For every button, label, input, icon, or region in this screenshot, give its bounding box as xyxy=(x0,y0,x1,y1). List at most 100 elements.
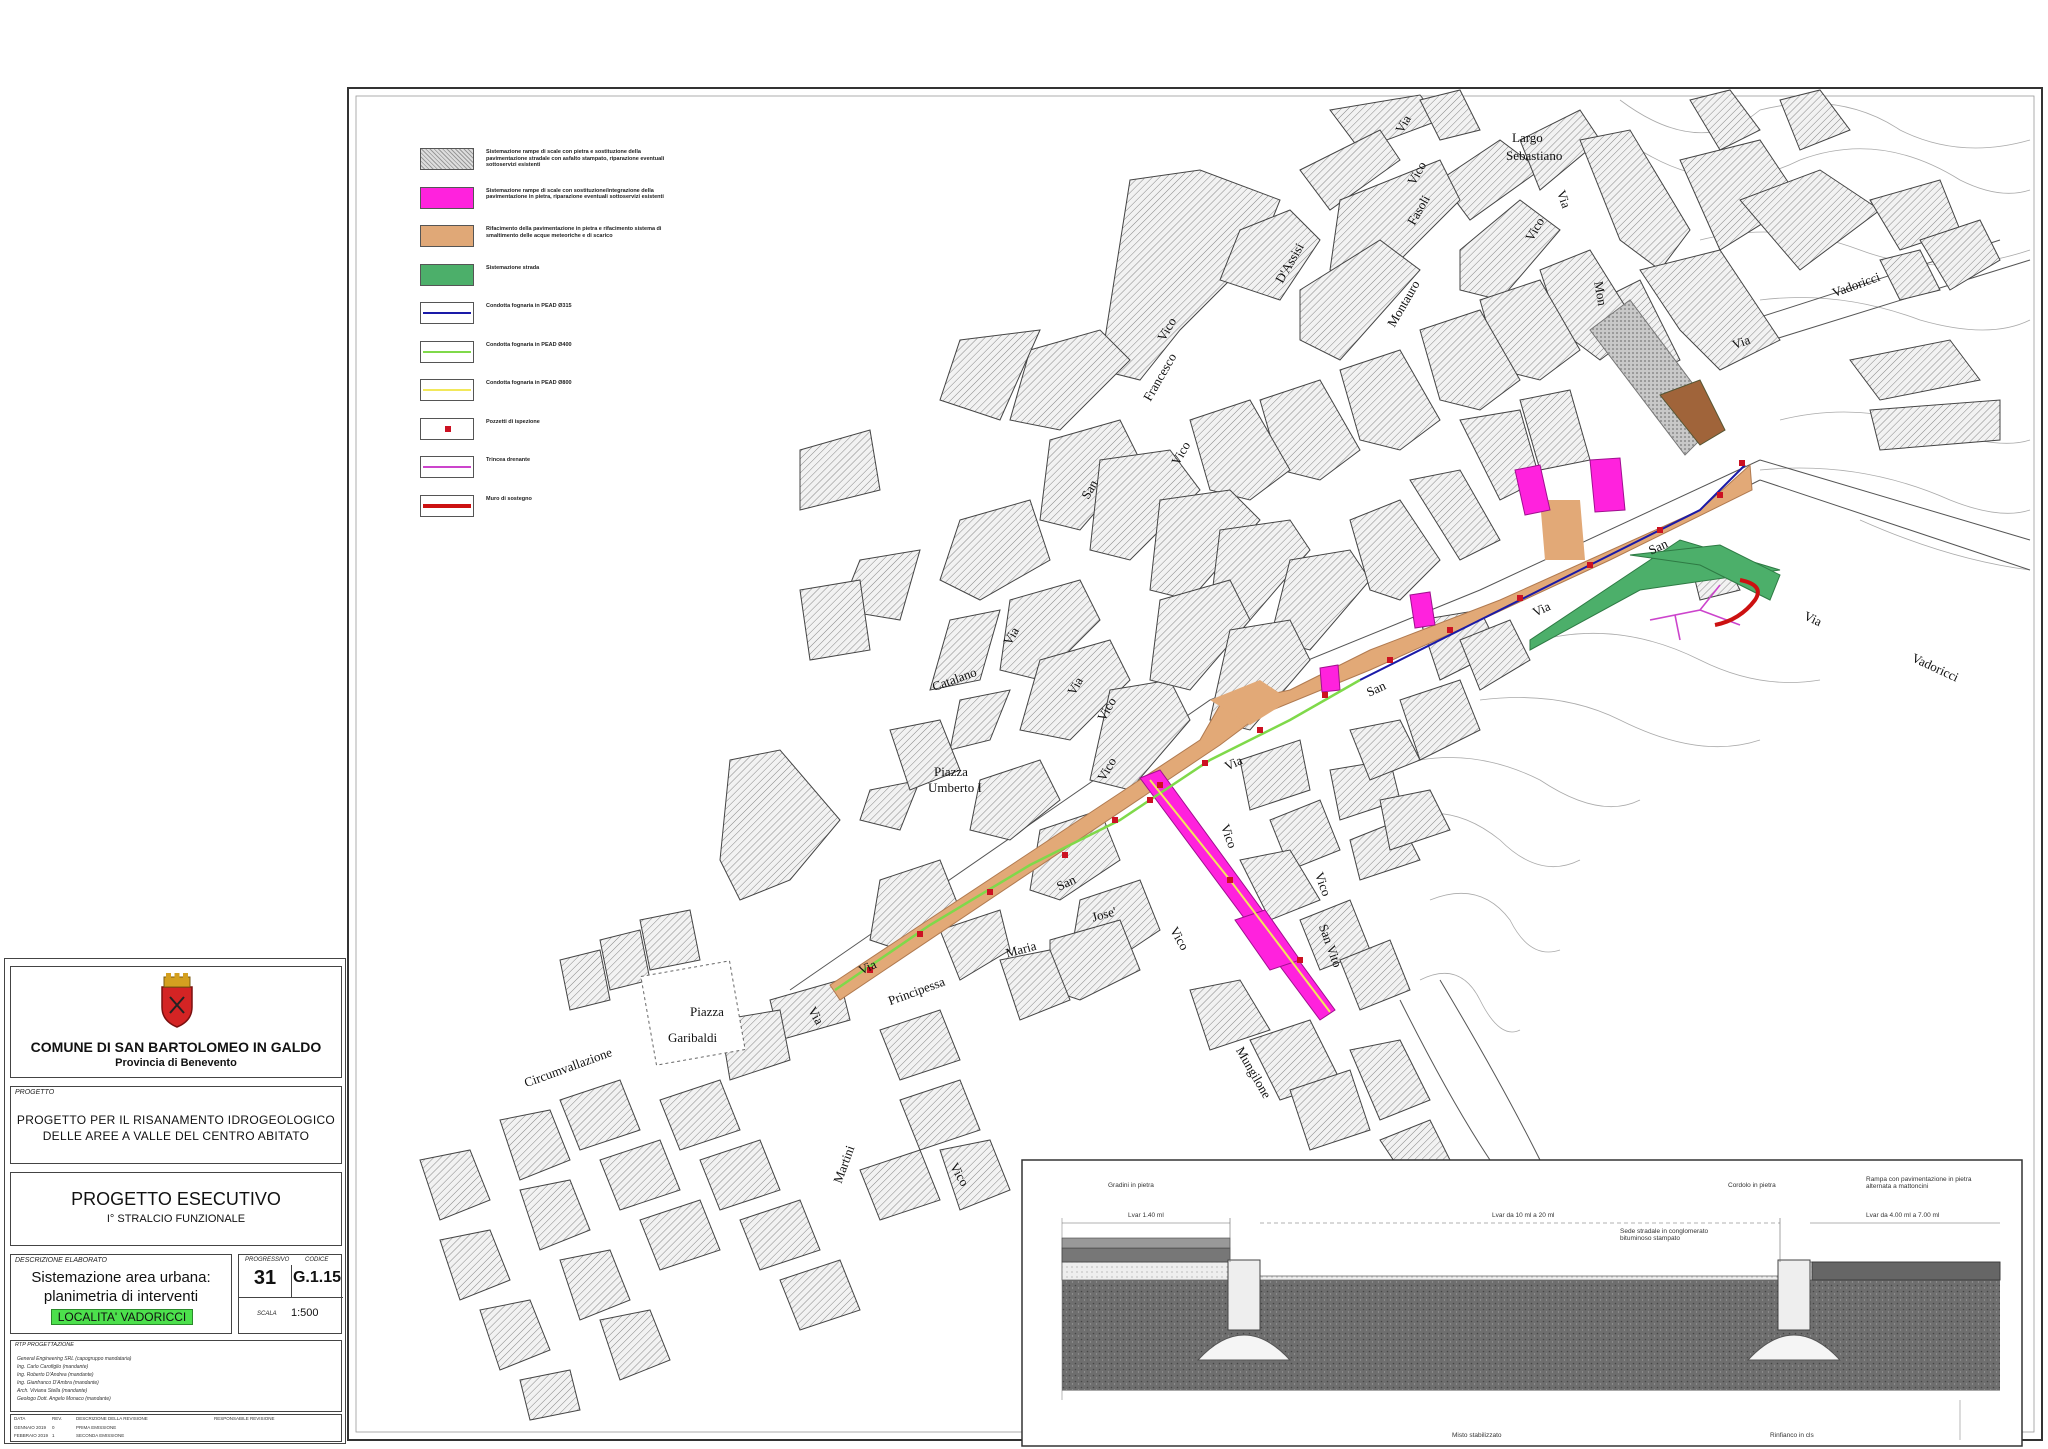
revision-cell: GENNAIO 2019 xyxy=(14,1424,47,1430)
legend-item: Sistemazione rampe di scale con pietra e… xyxy=(420,148,664,174)
building-block xyxy=(859,1149,941,1221)
codice-label: CODICE xyxy=(305,1257,329,1263)
rtp-member: Ing. Carlo Carofiglio (mandante) xyxy=(17,1364,89,1370)
legend-text: Rifacimento della pavimentazione in piet… xyxy=(486,226,662,239)
building-block xyxy=(1849,339,1981,401)
legend-text: Condotta fognaria in PEAD Ø400 xyxy=(486,341,572,348)
description-box: DESCRIZIONE ELABORATO Sistemazione area … xyxy=(10,1254,232,1334)
street-label: Piazza xyxy=(690,1004,724,1019)
manhole-marker xyxy=(1297,957,1303,963)
municipality-box: COMUNE DI SAN BARTOLOMEO IN GALDO Provin… xyxy=(10,966,342,1078)
manhole-marker xyxy=(1739,460,1745,466)
manhole-marker xyxy=(1322,692,1328,698)
legend-text: Condotta fognaria in PEAD Ø315 xyxy=(486,303,572,309)
section-label-misto: Misto stabilizzato xyxy=(1452,1432,1502,1439)
building-block xyxy=(1339,349,1441,451)
rtp-box: RTP PROGETTAZIONE General Engineering SR… xyxy=(10,1340,342,1412)
revision-rows: DATA REV. DESCRIZIONE DELLA REVISIONE RESPO… xyxy=(11,1415,341,1441)
project-title-line1: PROGETTO PER IL RISANAMENTO IDROGEOLOGIC… xyxy=(16,1113,336,1127)
building-block xyxy=(879,1009,961,1081)
legend-text: Sistemazione strada xyxy=(486,264,540,271)
phase-subtitle: I° STRALCIO FUNZIONALE xyxy=(106,1213,246,1225)
legend-item: Condotta fognaria in PEAD Ø800 xyxy=(420,379,660,405)
building-block xyxy=(699,1139,781,1211)
revision-cell: PRIMA EMISSIONE xyxy=(76,1424,117,1430)
manhole-marker xyxy=(987,889,993,895)
manhole-marker xyxy=(1517,595,1523,601)
legend-item: Sistemazione rampe di scale con sostituz… xyxy=(420,186,664,213)
manhole-marker xyxy=(1227,877,1233,883)
building-block xyxy=(659,1079,741,1151)
building-block xyxy=(499,1109,571,1181)
building-block xyxy=(719,749,841,901)
drawing-sheet: Via Largo Sebastiano Via Vico Fasoli Vico D'Ass… xyxy=(0,0,2048,1449)
building-block xyxy=(939,499,1051,601)
legend-text: Sistemazione rampe di scale con pietra e… xyxy=(486,149,665,168)
revision-header-cell: DATA xyxy=(14,1416,26,1421)
section-dim-1: Lvar 1.40 ml xyxy=(1128,1212,1164,1219)
legend-item: Condotta fognaria in PEAD Ø315 xyxy=(420,302,660,328)
building-block xyxy=(1869,399,2001,451)
manhole-marker xyxy=(1387,657,1393,663)
legend-text: Sistemazione rampe di scale con sostituz… xyxy=(486,187,664,201)
legend-text: Trincea drenante xyxy=(486,457,531,463)
section-dim-2: Lvar da 10 ml a 20 ml xyxy=(1492,1212,1555,1219)
building-block xyxy=(439,1229,511,1301)
progressivo-label: PROGRESSIVO xyxy=(245,1257,290,1263)
legend-swatch xyxy=(420,302,474,324)
legend-swatch xyxy=(420,494,474,517)
rtp-member: General Engineering SRL (capogruppo mand… xyxy=(17,1356,132,1362)
revision-header-cell: REV. xyxy=(52,1416,63,1421)
manhole-marker xyxy=(1447,627,1453,633)
legend-item: Condotta fognaria in PEAD Ø400 xyxy=(420,340,660,367)
cross-section-detail xyxy=(1021,1159,2023,1447)
section-label-rinfianco: Rinfianco in cls xyxy=(1770,1432,1814,1439)
street-label: Largo xyxy=(1512,130,1543,145)
legend-swatch xyxy=(420,225,474,247)
progressivo-value: 31 xyxy=(253,1267,277,1289)
legend-item: Pozzetti di ispezione xyxy=(420,417,660,444)
legend-item: Muro di sostegno xyxy=(420,494,660,521)
legend-swatch xyxy=(420,417,474,440)
building-block xyxy=(1779,89,1851,151)
municipality-name: COMUNE DI SAN BARTOLOMEO IN GALDO xyxy=(30,1039,322,1055)
building-block xyxy=(559,1249,631,1321)
building-block xyxy=(1689,89,1761,151)
scala-value: 1:500 xyxy=(291,1307,319,1319)
codice-value: G.1.15 xyxy=(292,1269,342,1286)
building-block xyxy=(519,1369,581,1421)
building-block xyxy=(1579,129,1691,271)
revision-header-cell: DESCRIZIONE DELLA REVISIONE xyxy=(76,1416,148,1421)
section-label-cordolo: Cordolo in pietra xyxy=(1728,1182,1776,1189)
code-box: PROGRESSIVO CODICE 31 G.1.15 SCALA 1:500 xyxy=(238,1254,343,1334)
manhole-marker xyxy=(1147,797,1153,803)
manhole-marker xyxy=(1657,527,1663,533)
building-block xyxy=(519,1179,591,1251)
building-block xyxy=(559,1079,641,1151)
revision-cell: 0 xyxy=(52,1424,55,1430)
project-box: PROGETTO PROGETTO PER IL RISANAMENTO IDR… xyxy=(10,1086,342,1164)
street-label: Umberto I xyxy=(928,780,982,795)
locality-name: LOCALITA' VADORICCI xyxy=(57,1310,187,1324)
rtp-member: Arch. Viviana Stella (mandante) xyxy=(17,1388,88,1394)
building-block xyxy=(779,1259,861,1331)
phase-box: PROGETTO ESECUTIVO I° STRALCIO FUNZIONAL… xyxy=(10,1172,342,1246)
legend-swatch xyxy=(420,148,474,170)
rtp-member: Ing. Gianfranco D'Ambra (mandante) xyxy=(17,1380,99,1386)
revision-cell: FEBBRAIO 2019 xyxy=(14,1433,49,1438)
project-title-line2: DELLE AREE A VALLE DEL CENTRO ABITATO xyxy=(42,1129,310,1143)
phase-title: PROGETTO ESECUTIVO xyxy=(71,1189,281,1209)
revision-header-cell: RESPONSABILE REVISIONE xyxy=(214,1416,275,1421)
legend-swatch xyxy=(420,379,474,401)
coat-of-arms-icon xyxy=(161,973,193,1028)
rtp-member: Ing. Roberto D'Andrea (mandante) xyxy=(17,1372,94,1378)
manhole-marker xyxy=(1587,562,1593,568)
building-block xyxy=(949,689,1011,751)
manhole-marker xyxy=(1202,760,1208,766)
building-block xyxy=(1419,89,1481,141)
legend-text: Pozzetti di ispezione xyxy=(486,418,540,425)
legend-swatch xyxy=(420,340,474,363)
rtp-list: General Engineering SRL (capogruppo mand… xyxy=(17,1355,131,1403)
description-line2: planimetria di interventi xyxy=(43,1288,199,1305)
building-block xyxy=(599,1309,671,1381)
